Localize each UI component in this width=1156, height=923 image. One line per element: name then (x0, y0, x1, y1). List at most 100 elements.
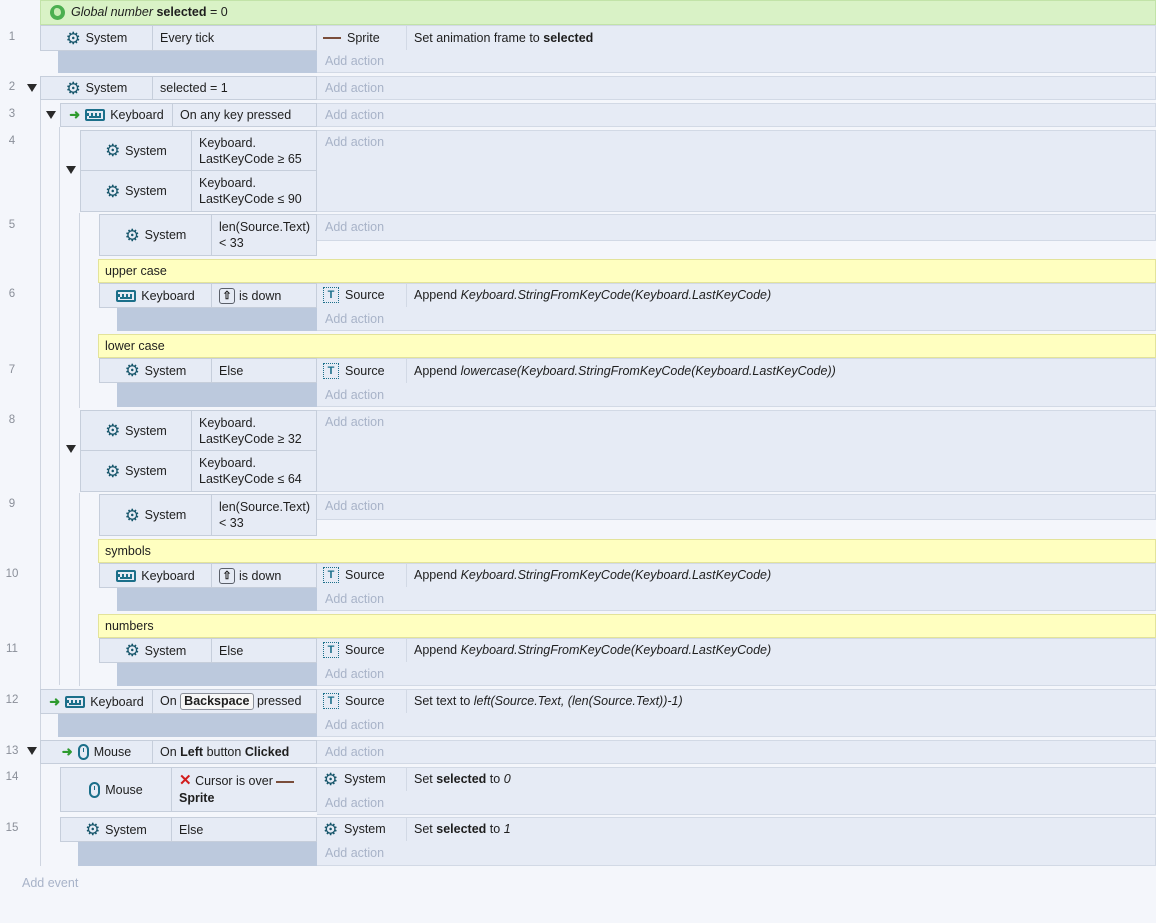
add-action-button[interactable]: Add action (325, 663, 384, 685)
event-5-actions (317, 214, 1156, 241)
event-8-condition-1[interactable]: ⚙ System Keyboard. LastKeyCode ≥ 32 (80, 410, 317, 451)
global-variable-row[interactable]: Global number selected = 0 (40, 0, 1156, 25)
global-var-name: selected (156, 5, 207, 19)
event-spacer (117, 308, 317, 331)
action-text: Append lowercase(Keyboard.StringFromKeyC… (414, 364, 836, 378)
collapse-toggle-icon[interactable] (46, 111, 56, 119)
line-number: 15 (5, 822, 19, 834)
comment-symbols[interactable]: symbols (98, 539, 1156, 563)
condition-object: Keyboard (100, 564, 212, 587)
add-action-button[interactable]: Add action (325, 50, 384, 72)
collapse-toggle-icon[interactable] (66, 445, 76, 453)
action-object: T Source (317, 638, 407, 662)
line-number: 5 (8, 219, 16, 231)
event-4-condition-2[interactable]: ⚙ System Keyboard. LastKeyCode ≤ 90 (80, 171, 317, 212)
event-14-condition[interactable]: Mouse ✕ Cursor is over Sprite (60, 767, 317, 812)
action-text: Append Keyboard.StringFromKeyCode(Keyboa… (414, 568, 772, 582)
event-5-condition[interactable]: ⚙ System len(Source.Text) < 33 (99, 214, 317, 256)
action-object: Sprite (317, 26, 407, 50)
action-row[interactable]: T Source Append Keyboard.StringFromKeyCod… (317, 283, 771, 307)
action-row[interactable]: T Source Set text to left(Source.Text, (l… (317, 689, 683, 713)
add-action-button[interactable]: Add action (325, 714, 384, 736)
condition-text: On Backspace pressed (160, 693, 302, 710)
gear-icon: ⚙ (65, 78, 81, 98)
action-row[interactable]: T Source Append lowercase(Keyboard.String… (317, 359, 836, 383)
action-row[interactable]: ⚙ System Set selected to 1 (317, 817, 511, 841)
comment-lower-case[interactable]: lower case (98, 334, 1156, 358)
keyboard-icon (85, 109, 106, 121)
condition-text: Every tick (160, 31, 215, 45)
add-action-button[interactable]: Add action (325, 77, 384, 99)
condition-text: Keyboard. LastKeyCode ≥ 65 (199, 135, 302, 166)
condition-object: Keyboard (100, 284, 212, 307)
add-action-button[interactable]: Add action (325, 842, 384, 864)
line-number: 1 (8, 31, 16, 43)
event-11-condition[interactable]: ⚙ System Else (99, 638, 317, 663)
action-text: Set animation frame to selected (414, 31, 594, 45)
condition-object: ⚙ System (81, 411, 192, 450)
condition-object: Mouse (61, 768, 172, 811)
mouse-icon (77, 744, 89, 760)
condition-text: len(Source.Text) < 33 (219, 220, 311, 250)
event-10-condition[interactable]: Keyboard ⇧ is down (99, 563, 317, 588)
keyboard-icon (116, 289, 137, 302)
add-action-button[interactable]: Add action (325, 384, 384, 406)
action-row[interactable]: T Source Append Keyboard.StringFromKeyCod… (317, 638, 771, 662)
action-object: ⚙ System (317, 817, 407, 841)
collapse-toggle-icon[interactable] (27, 84, 37, 92)
action-text: Append Keyboard.StringFromKeyCode(Keyboa… (414, 288, 772, 302)
comment-numbers[interactable]: numbers (98, 614, 1156, 638)
event-spacer (78, 842, 317, 866)
global-var-prefix: Global number (71, 5, 153, 19)
add-action-button[interactable]: Add action (325, 411, 384, 433)
keyboard-icon (116, 569, 137, 582)
text-object-icon: T (323, 363, 339, 379)
gear-icon: ⚙ (124, 641, 140, 660)
event-4-condition-1[interactable]: ⚙ System Keyboard. LastKeyCode ≥ 65 (80, 130, 317, 171)
add-action-button[interactable]: Add action (325, 104, 384, 126)
condition-object: ⚙ System (81, 451, 192, 491)
action-row[interactable]: Sprite Set animation frame to selected (317, 26, 593, 50)
gear-icon: ⚙ (105, 141, 121, 160)
line-number: 11 (6, 643, 18, 655)
collapse-toggle-icon[interactable] (27, 747, 37, 755)
action-object: T Source (317, 689, 407, 713)
event-12-condition[interactable]: ➜ Keyboard On Backspace pressed (40, 689, 317, 714)
condition-object: ⚙ System (81, 131, 192, 170)
action-row[interactable]: T Source Append Keyboard.StringFromKeyCod… (317, 563, 771, 587)
event-6-condition[interactable]: Keyboard ⇧ is down (99, 283, 317, 308)
add-action-button[interactable]: Add action (325, 216, 384, 238)
add-action-button[interactable]: Add action (325, 131, 384, 153)
condition-object: ⚙ System (61, 818, 172, 841)
event-3-condition[interactable]: ➜ Keyboard On any key pressed (60, 103, 317, 127)
event-2-condition[interactable]: ⚙ System selected = 1 (40, 76, 317, 100)
add-action-button[interactable]: Add action (325, 308, 384, 330)
event-1-condition[interactable]: ⚙ System Every tick (40, 25, 317, 51)
event-spacer (117, 663, 317, 686)
event-9-actions (317, 494, 1156, 520)
keyboard-icon (65, 695, 86, 708)
event-7-condition[interactable]: ⚙ System Else (99, 358, 317, 383)
condition-text: ⇧ is down (212, 287, 281, 304)
event-spacer (117, 383, 317, 407)
action-object: T Source (317, 283, 407, 307)
action-object: ⚙ System (317, 767, 407, 791)
collapse-toggle-icon[interactable] (66, 166, 76, 174)
add-action-button[interactable]: Add action (325, 741, 384, 763)
event-15-condition[interactable]: ⚙ System Else (60, 817, 317, 842)
line-number: 8 (8, 414, 16, 426)
event-8-condition-2[interactable]: ⚙ System Keyboard. LastKeyCode ≤ 64 (80, 451, 317, 492)
add-event-button[interactable]: Add event (22, 876, 78, 890)
comment-upper-case[interactable]: upper case (98, 259, 1156, 283)
event-13-condition[interactable]: ➜ Mouse On Left button Clicked (40, 740, 317, 764)
event-9-condition[interactable]: ⚙ System len(Source.Text) < 33 (99, 494, 317, 536)
condition-object: ⚙ System (41, 77, 153, 99)
action-row[interactable]: ⚙ System Set selected to 0 (317, 767, 511, 791)
add-action-button[interactable]: Add action (325, 495, 384, 517)
add-action-button[interactable]: Add action (325, 588, 384, 610)
condition-text: On Left button Clicked (160, 745, 290, 759)
shift-key-icon: ⇧ (219, 567, 235, 584)
global-var-value: = 0 (210, 5, 228, 19)
condition-object: ➜ Mouse (41, 741, 153, 763)
add-action-button[interactable]: Add action (325, 792, 384, 814)
